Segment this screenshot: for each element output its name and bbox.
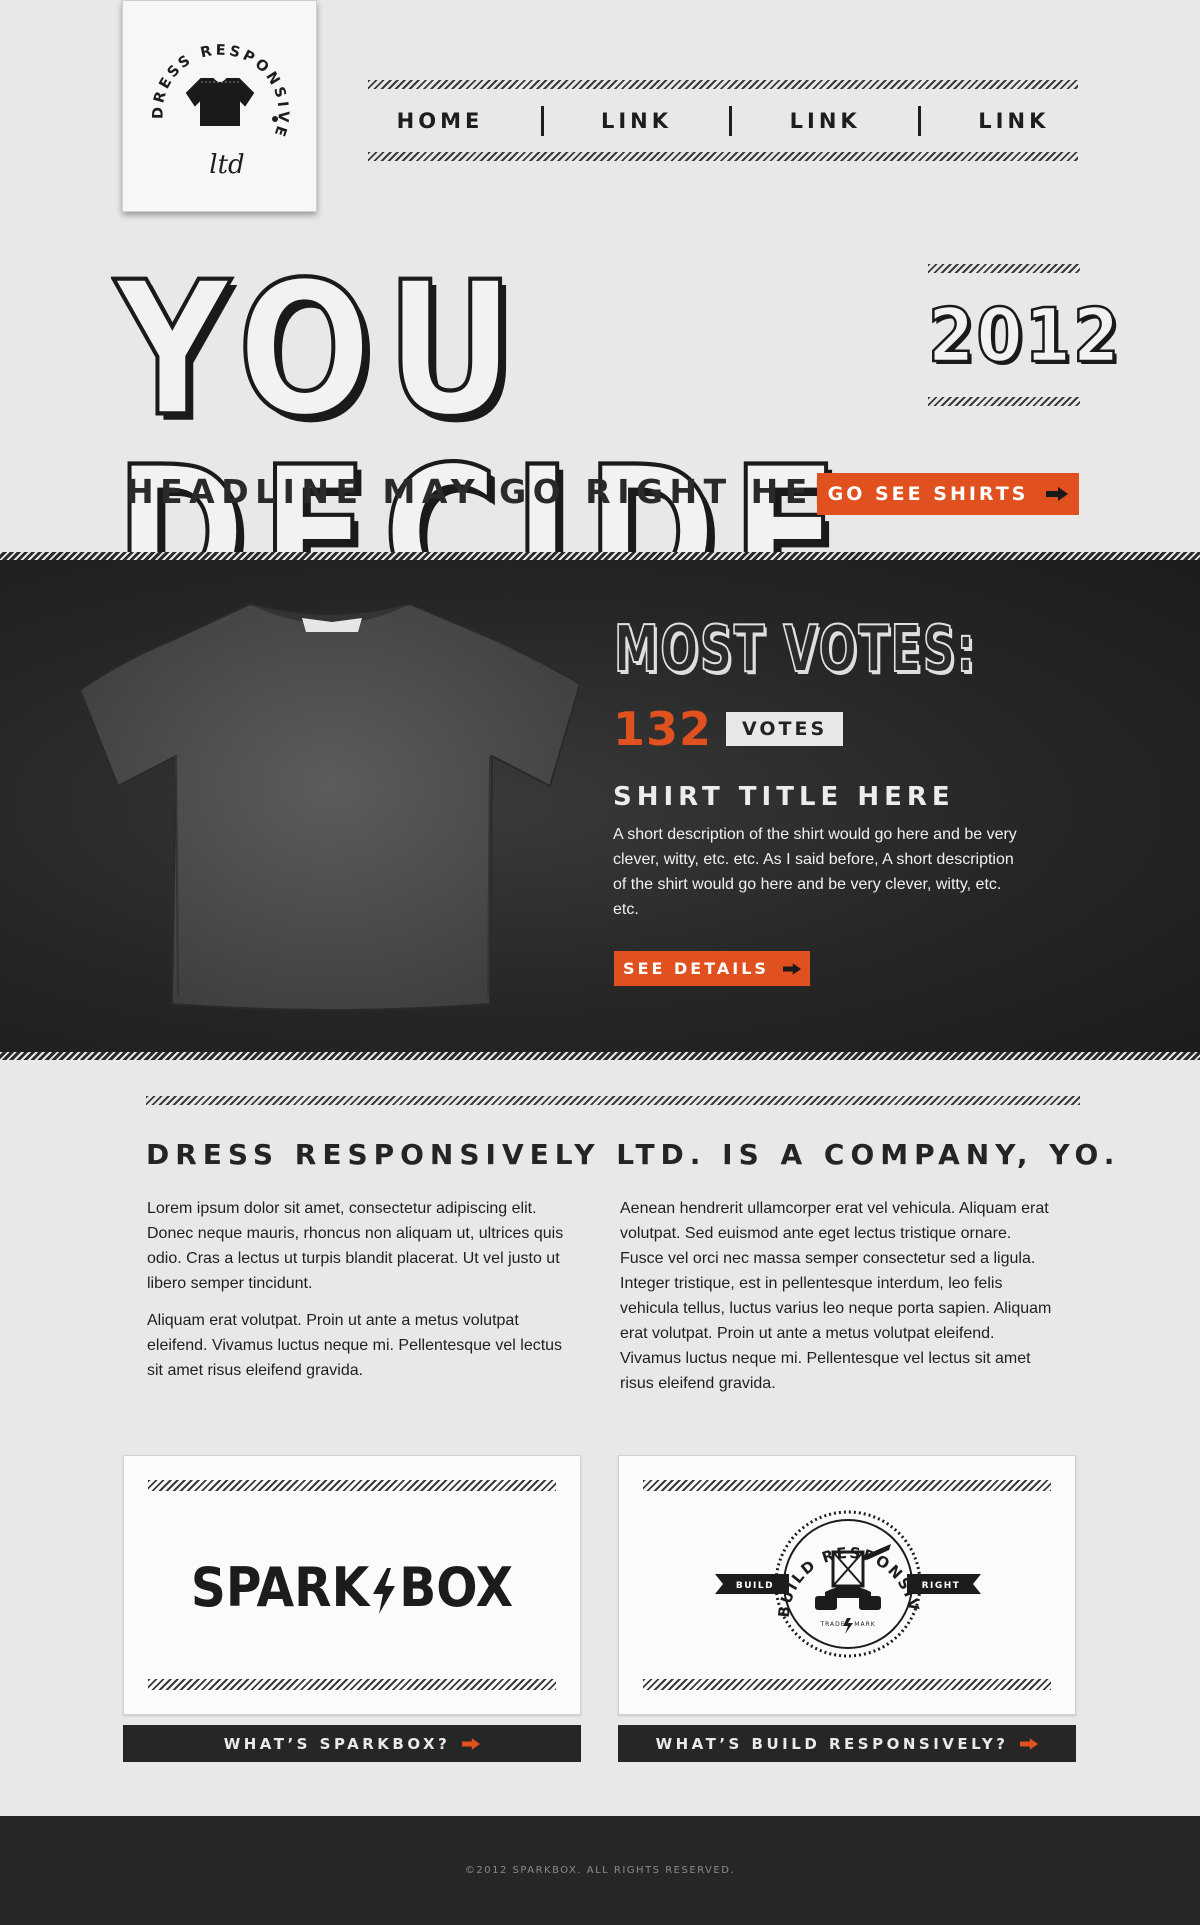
whats-build-responsively-link[interactable]: WHAT’S BUILD RESPONSIVELY? — [618, 1725, 1076, 1762]
arrow-right-icon — [782, 962, 801, 975]
hero-year: 2012 — [927, 293, 1122, 379]
go-see-shirts-button[interactable]: GO SEE SHIRTS — [817, 473, 1079, 515]
about-column-right: Aenean hendrerit ullamcorper erat vel ve… — [620, 1196, 1052, 1408]
votes-row: 132 VOTES — [613, 702, 844, 756]
most-votes-heading: MOST VOTES: — [613, 613, 977, 687]
nav-link-2[interactable]: LINK — [790, 109, 861, 133]
year-block: 2012 — [927, 264, 1122, 406]
year-divider-bottom — [928, 397, 1080, 406]
feature-edge-top — [0, 552, 1200, 560]
build-banner-right-text: RIGHT — [922, 1581, 961, 1591]
card-divider-bottom — [148, 1679, 556, 1690]
about-column-left: Lorem ipsum dolor sit amet, consectetur … — [147, 1196, 579, 1395]
build-responsively-logo: BUILD RESPONSIVELY BUILD RIGHT TRADE MAR… — [619, 1456, 981, 1658]
shirt-title: SHIRT TITLE HERE — [613, 782, 955, 812]
nav-separator — [729, 105, 733, 136]
about-title: DRESS RESPONSIVELY LTD. IS A COMPANY, YO… — [146, 1138, 1121, 1171]
mark-text: MARK — [854, 1621, 875, 1628]
vote-count: 132 — [613, 702, 713, 756]
footer-copyright: ©2012 SPARKBOX. ALL RIGHTS RESERVED. — [464, 1865, 736, 1876]
votes-badge: VOTES — [726, 712, 844, 746]
arrow-right-icon — [1046, 487, 1069, 501]
card-divider-bottom — [643, 1679, 1051, 1690]
nav-link-1[interactable]: LINK — [601, 109, 672, 133]
nav-home-link[interactable]: HOME — [397, 109, 484, 133]
arrow-right-icon — [1020, 1737, 1039, 1750]
about-paragraph: Aliquam erat volutpat. Proin ut ante a m… — [147, 1312, 563, 1379]
sparkbox-logo-left: SPARK — [190, 1556, 370, 1619]
whats-sparkbox-label: WHAT’S SPARKBOX? — [223, 1734, 451, 1753]
build-banner-right: RIGHT — [907, 1574, 981, 1594]
main-nav: HOME LINK LINK LINK — [368, 80, 1078, 161]
shirt-description: A short description of the shirt would g… — [613, 826, 1017, 918]
feature-edge-bottom — [0, 1052, 1200, 1060]
sparkbox-logo: SPARK BOX — [124, 1556, 580, 1619]
whats-sparkbox-link[interactable]: WHAT’S SPARKBOX? — [123, 1725, 581, 1762]
logo-sub-text: ltd — [209, 150, 244, 180]
brand-logo[interactable]: DRESS RESPONSIVELY ltd — [115, 0, 317, 212]
about-divider — [146, 1096, 1080, 1105]
arrow-right-icon — [462, 1737, 481, 1750]
build-responsively-card[interactable]: BUILD RESPONSIVELY BUILD RIGHT TRADE MAR… — [618, 1455, 1076, 1715]
year-divider-top — [928, 264, 1080, 273]
footer: ©2012 SPARKBOX. ALL RIGHTS RESERVED. — [0, 1816, 1200, 1925]
nav-separator — [917, 105, 921, 136]
hero-headline: HEADLINE MAY GO RIGHT HERE. — [126, 472, 894, 511]
build-banner-left-text: BUILD — [736, 1581, 774, 1591]
about-paragraph: Aenean hendrerit ullamcorper erat vel ve… — [620, 1200, 1052, 1392]
nav-divider-bottom — [368, 152, 1078, 161]
lightning-bolt-icon — [373, 1568, 396, 1615]
see-details-label: SEE DETAILS — [623, 959, 769, 978]
go-see-shirts-label: GO SEE SHIRTS — [827, 483, 1029, 505]
brand-logo-graphic: DRESS RESPONSIVELY ltd — [115, 0, 288, 180]
build-banner-left: BUILD — [715, 1574, 789, 1594]
tshirt-icon — [185, 78, 255, 126]
nav-divider-top — [368, 80, 1078, 89]
about-paragraph: Lorem ipsum dolor sit amet, consectetur … — [147, 1200, 564, 1292]
featured-shirt-section: MOST VOTES: 132 VOTES SHIRT TITLE HERE A… — [0, 552, 1200, 1060]
sparkbox-card[interactable]: SPARK BOX — [123, 1455, 581, 1715]
see-details-button[interactable]: SEE DETAILS — [614, 951, 810, 986]
whats-build-responsively-label: WHAT’S BUILD RESPONSIVELY? — [655, 1734, 1009, 1753]
trade-text: TRADE — [819, 1621, 845, 1628]
nav-link-3[interactable]: LINK — [978, 109, 1049, 133]
card-divider-top — [148, 1480, 556, 1491]
featured-shirt-image[interactable] — [80, 596, 580, 1016]
nav-separator — [540, 105, 544, 136]
sparkbox-logo-right: BOX — [399, 1556, 514, 1619]
nav-row: HOME LINK LINK LINK — [368, 89, 1078, 152]
